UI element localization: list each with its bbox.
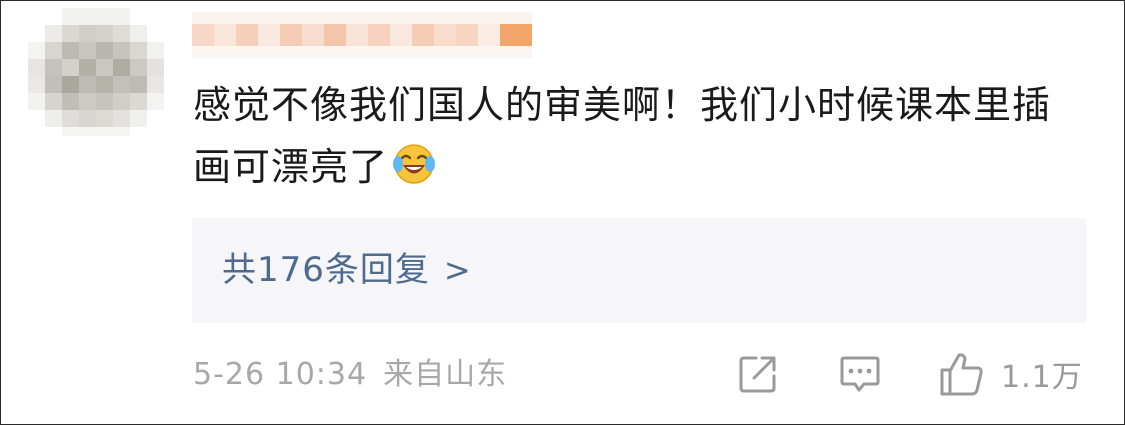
comment-location: 来自山东 xyxy=(383,357,508,392)
replies-panel: 共176条回复 > xyxy=(192,218,1086,323)
username[interactable] xyxy=(192,12,532,58)
comment-icon xyxy=(840,356,880,392)
comment-body: 感觉不像我们国人的审美啊！我们小时候课本里插画可漂亮了 xyxy=(193,83,1052,189)
replies-count-label: 共176条回复 xyxy=(222,250,430,290)
share-button[interactable] xyxy=(736,350,780,398)
like-count: 1.1万 xyxy=(1001,360,1083,395)
reply-button[interactable] xyxy=(838,350,882,398)
laughing-crying-emoji-icon xyxy=(393,144,436,184)
share-icon xyxy=(739,356,776,393)
comment-date: 5-26 10:34 xyxy=(193,357,368,392)
comment-text: 感觉不像我们国人的审美啊！我们小时候课本里插画可漂亮了 xyxy=(193,74,1073,198)
comment-meta: 5-26 10:34 来自山东 xyxy=(193,353,507,397)
thumbs-up-icon xyxy=(940,353,983,396)
like-button[interactable]: 1.1万 xyxy=(937,350,1083,398)
view-replies-link[interactable]: 共176条回复 > xyxy=(222,248,472,292)
chevron-right-icon: > xyxy=(443,251,472,289)
avatar[interactable] xyxy=(28,8,164,136)
